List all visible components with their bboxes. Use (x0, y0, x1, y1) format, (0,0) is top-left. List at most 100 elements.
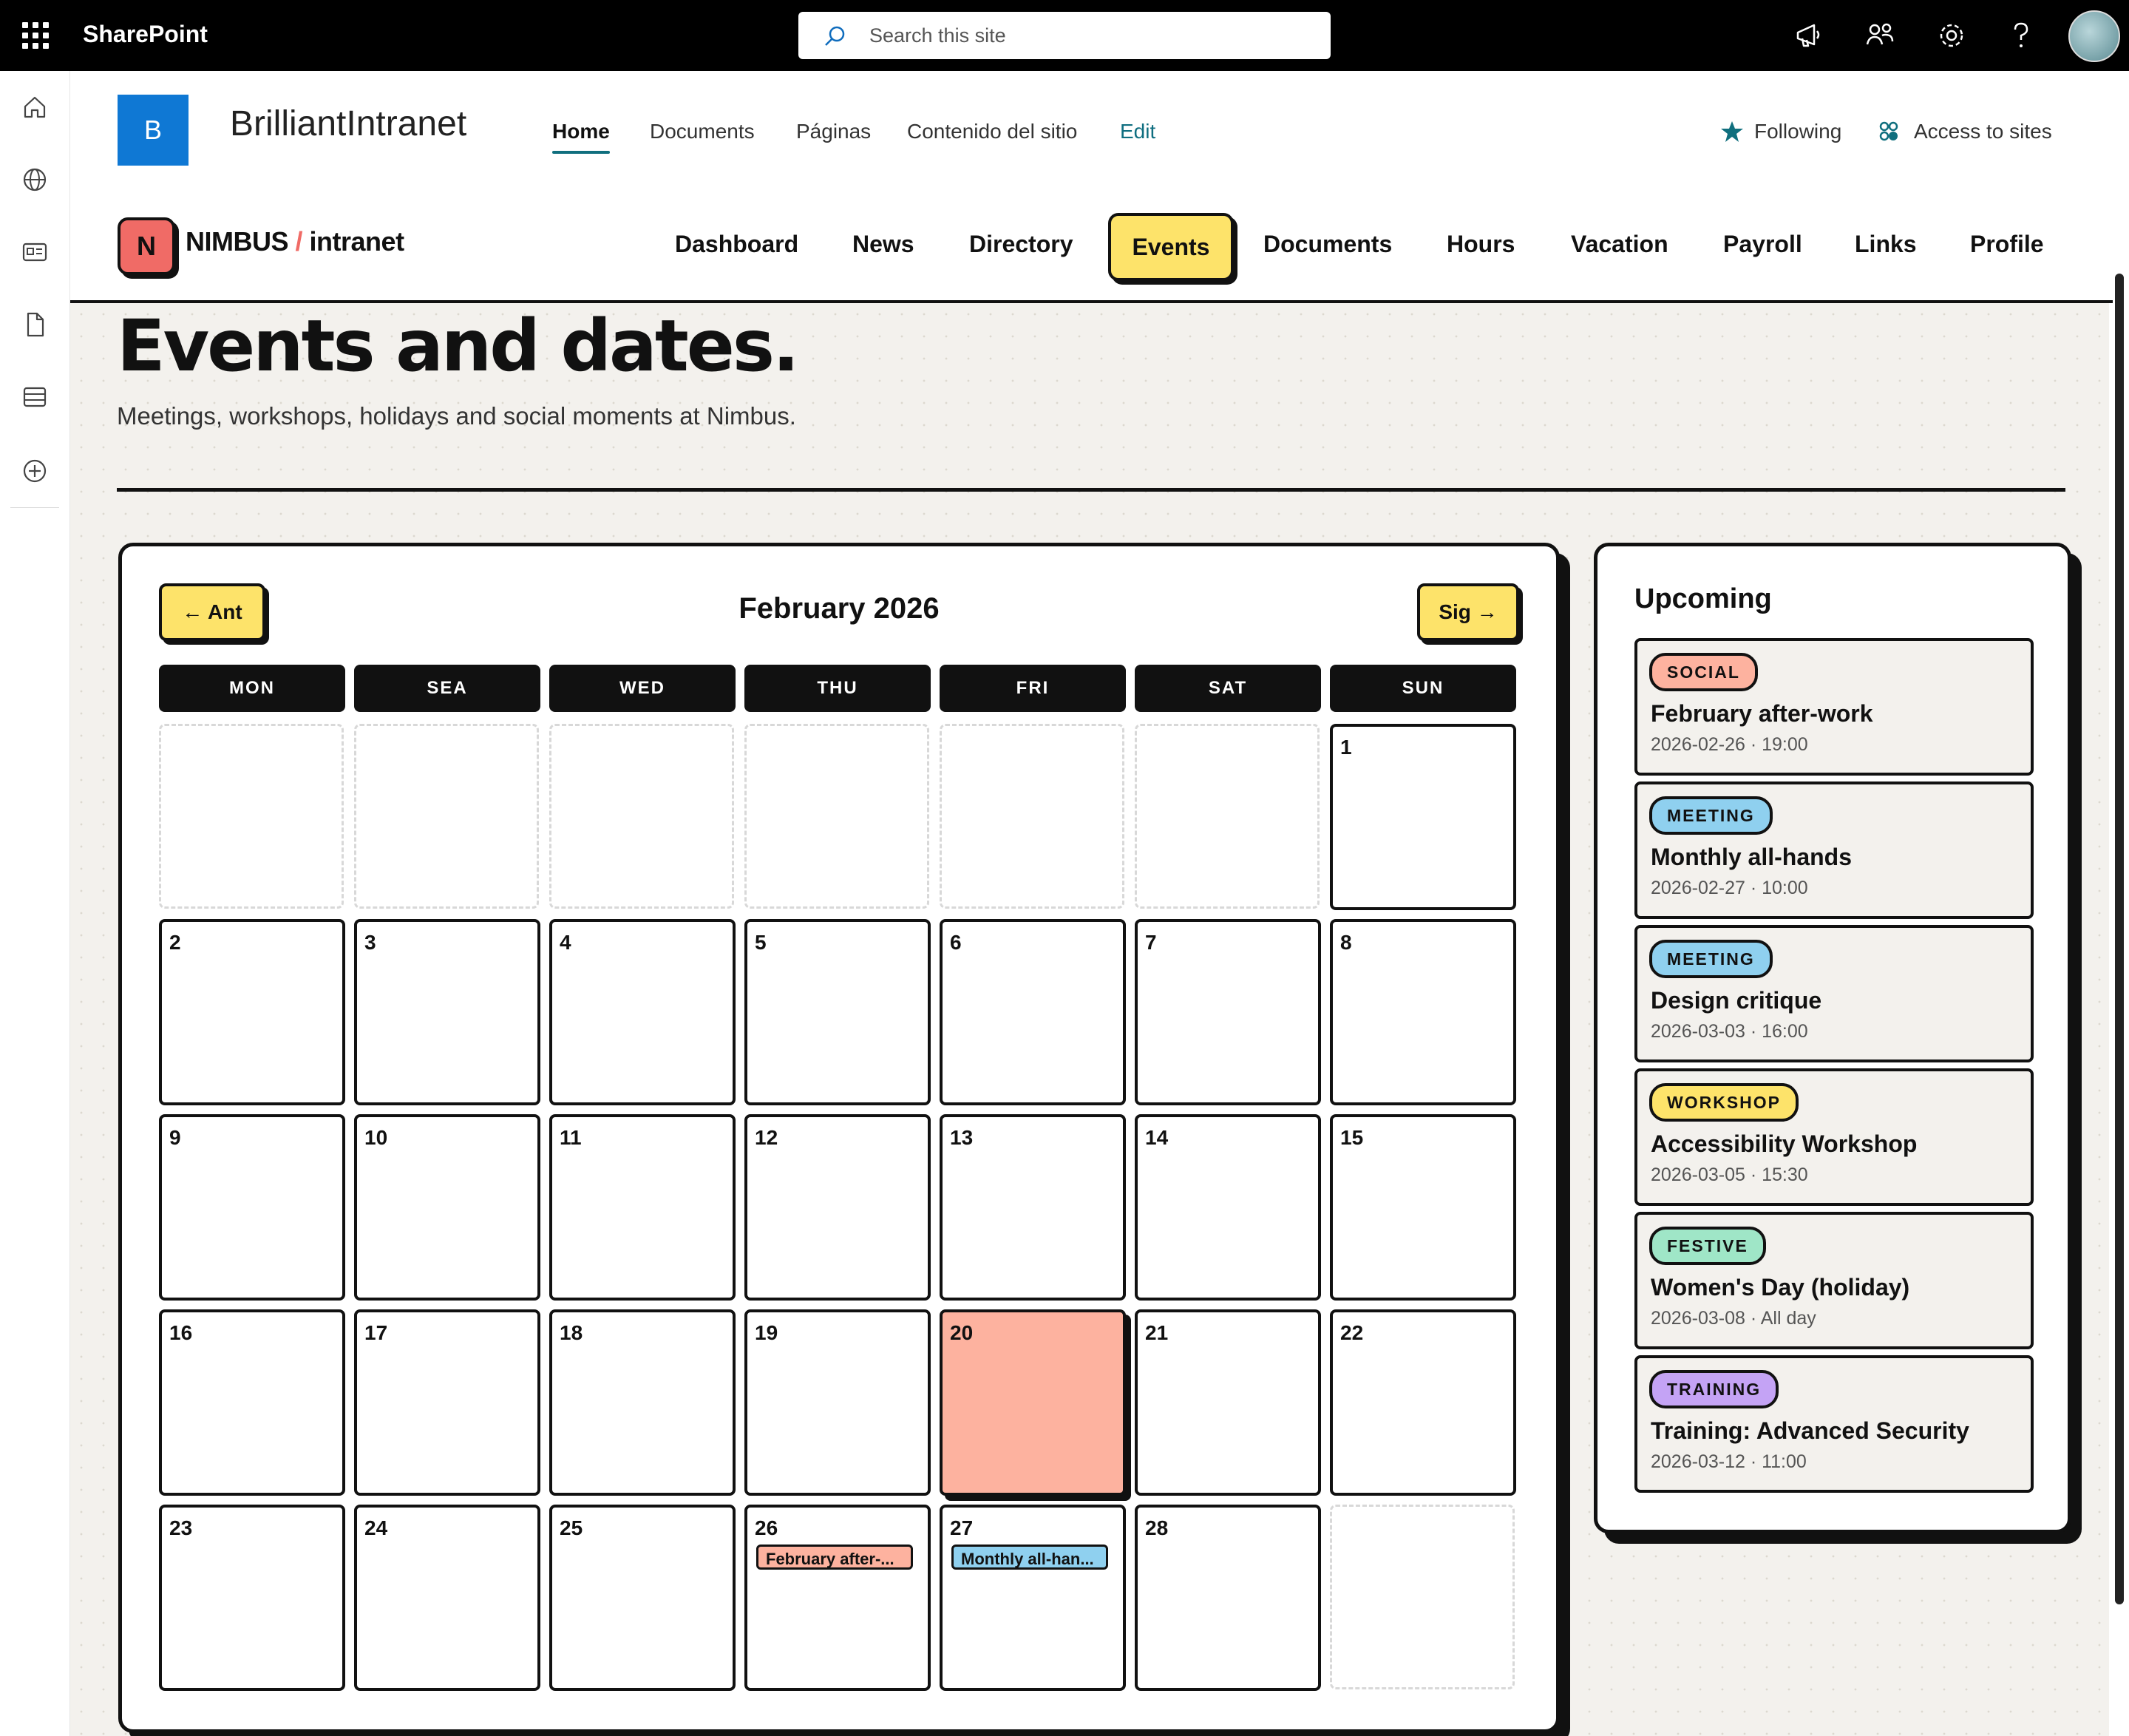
day-number: 9 (169, 1126, 181, 1149)
site-logo[interactable]: B (118, 95, 189, 166)
event-name: Monthly all-hands (1651, 844, 1852, 870)
brand-main: NIMBUS (186, 226, 289, 257)
day-cell[interactable]: 21 (1135, 1309, 1321, 1496)
day-cell[interactable]: 26 February after-... (744, 1505, 931, 1691)
event-category-tag: FESTIVE (1649, 1227, 1766, 1265)
scrollbar-thumb[interactable] (2115, 274, 2124, 1604)
nimbus-logo[interactable]: N (118, 217, 175, 275)
day-cell[interactable]: 13 (940, 1114, 1126, 1301)
day-cell[interactable]: 27 Monthly all-han... (940, 1505, 1126, 1691)
event-date: 2026-03-08 · All day (1651, 1308, 1816, 1329)
upcoming-event[interactable]: WORKSHOP Accessibility Workshop 2026-03-05… (1634, 1068, 2034, 1206)
home-icon[interactable] (21, 93, 49, 121)
site-nav-paginas[interactable]: Páginas (796, 120, 871, 143)
day-cell[interactable]: 5 (744, 919, 931, 1105)
search-placeholder[interactable]: Search this site (869, 12, 1006, 59)
event-chip[interactable]: Monthly all-han... (951, 1545, 1108, 1570)
day-cell[interactable]: 7 (1135, 919, 1321, 1105)
event-date: 2026-03-03 · 16:00 (1651, 1021, 1808, 1042)
settings-icon[interactable] (1934, 18, 1969, 53)
day-number: 12 (755, 1126, 778, 1149)
day-cell[interactable]: 14 (1135, 1114, 1321, 1301)
nav-directory[interactable]: Directory (969, 231, 1073, 258)
day-cell[interactable]: 23 (159, 1505, 345, 1691)
star-icon (1721, 121, 1743, 142)
day-cell[interactable]: 9 (159, 1114, 345, 1301)
search-box[interactable]: Search this site (798, 12, 1331, 59)
day-number: 4 (560, 931, 571, 954)
rail-divider (10, 507, 59, 508)
calendar-card: ← Ant February 2026 Sig → MON SEA WED THU FR… (118, 543, 1560, 1733)
day-number: 25 (560, 1516, 583, 1539)
news-icon[interactable] (21, 238, 49, 266)
day-cell[interactable]: 10 (354, 1114, 540, 1301)
nav-links[interactable]: Links (1855, 231, 1917, 258)
day-cell[interactable]: 6 (940, 919, 1126, 1105)
nav-profile[interactable]: Profile (1970, 231, 2044, 258)
nimbus-brand[interactable]: NIMBUS / intranet (186, 226, 404, 257)
empty-day-cell (940, 724, 1124, 909)
add-icon[interactable] (21, 457, 49, 485)
day-number: 5 (755, 931, 767, 954)
nav-events[interactable]: Events (1108, 213, 1234, 281)
nav-dashboard[interactable]: Dashboard (675, 231, 798, 258)
weekday-header: SEA (354, 665, 540, 712)
site-nav-documents[interactable]: Documents (650, 120, 755, 143)
event-chip[interactable]: February after-... (756, 1545, 913, 1570)
weekday-header: MON (159, 665, 345, 712)
nav-documents[interactable]: Documents (1263, 231, 1392, 258)
nav-vacation[interactable]: Vacation (1571, 231, 1668, 258)
site-title[interactable]: BrilliantIntranet (230, 104, 466, 144)
upcoming-event[interactable]: TRAINING Training: Advanced Security 2026-… (1634, 1355, 2034, 1493)
next-month-button[interactable]: Sig → (1417, 583, 1519, 641)
day-number: 3 (364, 931, 376, 954)
day-cell[interactable]: 24 (354, 1505, 540, 1691)
day-number: 8 (1340, 931, 1352, 954)
event-category-tag: MEETING (1649, 796, 1773, 835)
upcoming-event[interactable]: MEETING Monthly all-hands 2026-02-27 · 10:… (1634, 781, 2034, 919)
day-cell[interactable]: 16 (159, 1309, 345, 1496)
upcoming-event[interactable]: SOCIAL February after-work 2026-02-26 · 19… (1634, 638, 2034, 776)
day-cell[interactable]: 3 (354, 919, 540, 1105)
megaphone-icon[interactable] (1792, 18, 1827, 53)
help-icon[interactable] (2003, 18, 2039, 53)
sharepoint-brand[interactable]: SharePoint (83, 21, 208, 48)
day-cell[interactable]: 1 (1330, 724, 1516, 910)
globe-icon[interactable] (21, 166, 49, 194)
today-cell[interactable]: 20 (940, 1309, 1126, 1496)
nav-payroll[interactable]: Payroll (1723, 231, 1802, 258)
suite-bar: SharePoint Search this site (0, 0, 2129, 71)
nav-hours[interactable]: Hours (1447, 231, 1515, 258)
following-button[interactable]: Following (1754, 120, 1841, 143)
day-cell[interactable]: 18 (549, 1309, 736, 1496)
active-nav-indicator (552, 151, 610, 154)
upcoming-event[interactable]: FESTIVE Women's Day (holiday) 2026-03-08 ·… (1634, 1212, 2034, 1349)
day-cell[interactable]: 4 (549, 919, 736, 1105)
day-cell[interactable]: 15 (1330, 1114, 1516, 1301)
day-number: 28 (1145, 1516, 1169, 1539)
app-launcher-icon[interactable] (22, 22, 49, 49)
user-avatar[interactable] (2068, 10, 2120, 62)
day-cell[interactable]: 8 (1330, 919, 1516, 1105)
brand-slash: / (295, 226, 303, 257)
site-nav-site-contents[interactable]: Contenido del sitio (907, 120, 1077, 143)
nav-news[interactable]: News (852, 231, 914, 258)
day-number: 17 (364, 1321, 388, 1344)
day-cell[interactable]: 28 (1135, 1505, 1321, 1691)
access-to-sites-button[interactable]: Access to sites (1914, 120, 2052, 143)
day-cell[interactable]: 25 (549, 1505, 736, 1691)
title-divider (117, 488, 2065, 492)
day-cell[interactable]: 11 (549, 1114, 736, 1301)
day-cell[interactable]: 17 (354, 1309, 540, 1496)
day-cell[interactable]: 22 (1330, 1309, 1516, 1496)
day-cell[interactable]: 12 (744, 1114, 931, 1301)
file-icon[interactable] (21, 311, 49, 339)
list-icon[interactable] (21, 383, 49, 411)
site-nav-edit[interactable]: Edit (1120, 120, 1155, 143)
day-number: 22 (1340, 1321, 1364, 1344)
site-nav-home[interactable]: Home (552, 120, 610, 143)
day-cell[interactable]: 19 (744, 1309, 931, 1496)
upcoming-event[interactable]: MEETING Design critique 2026-03-03 · 16:00 (1634, 925, 2034, 1062)
share-icon[interactable] (1863, 18, 1898, 53)
day-cell[interactable]: 2 (159, 919, 345, 1105)
